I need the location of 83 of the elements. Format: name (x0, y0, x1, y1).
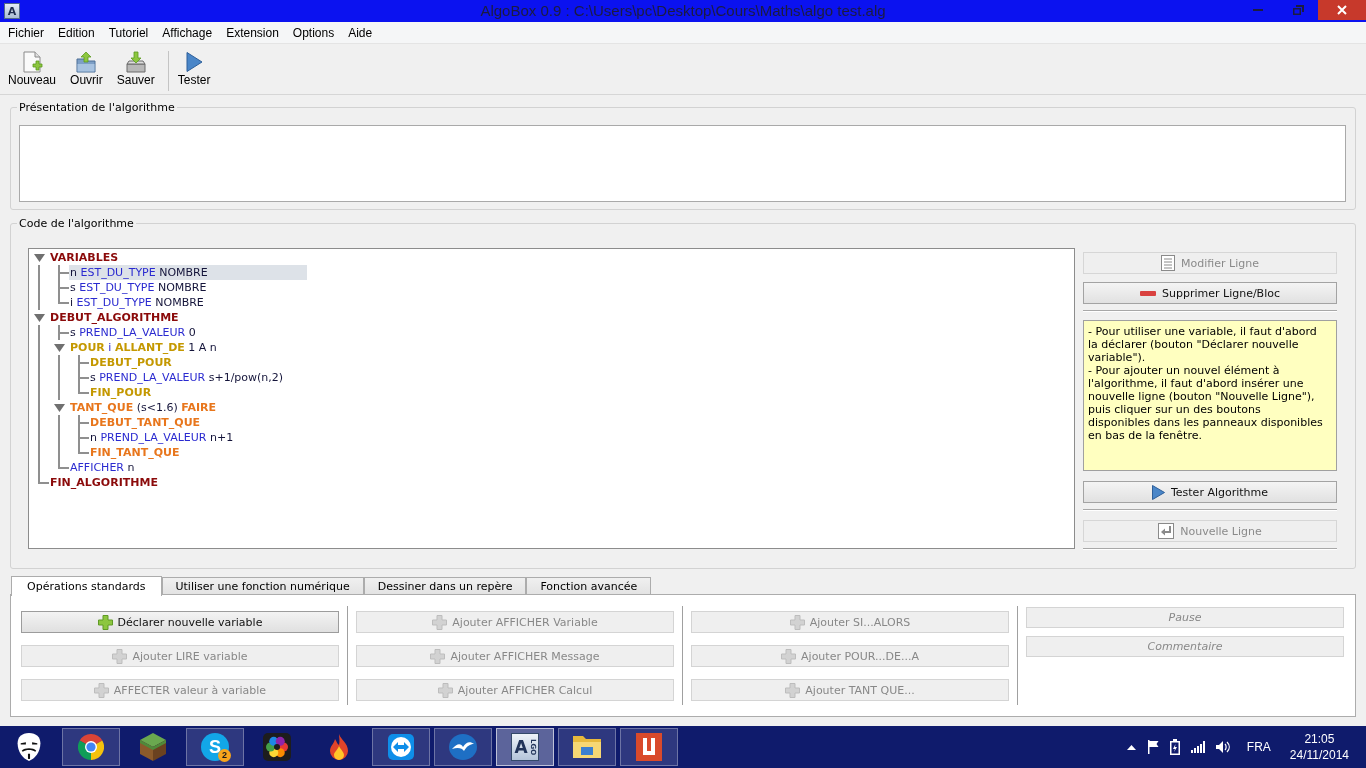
menu-item[interactable]: Options (285, 22, 342, 43)
segmented-circle-icon (78, 734, 104, 760)
grass-block-icon (140, 733, 166, 761)
tab[interactable]: Fonction avancée (526, 577, 652, 595)
taskbar-button[interactable] (62, 728, 120, 766)
expand-triangle-icon[interactable] (33, 313, 45, 322)
drive-arrow-icon (124, 51, 147, 73)
taskbar-button[interactable] (558, 728, 616, 766)
tab[interactable]: Utiliser une fonction numérique (161, 577, 364, 595)
plus-icon (93, 682, 109, 698)
expand-triangle-icon[interactable] (53, 343, 65, 352)
plus-icon (97, 614, 113, 630)
toolbar-button[interactable]: Nouveau (5, 49, 60, 89)
play-icon (1151, 484, 1165, 500)
action-button[interactable]: Déclarer nouvelle variable (21, 611, 339, 633)
delete-line-button[interactable]: Supprimer Ligne/Bloc (1083, 282, 1337, 304)
tree-item[interactable]: POUR i ALLANT_DE 1 A n (69, 340, 218, 355)
tree-item[interactable]: VARIABLES (49, 250, 120, 265)
list-icon (1161, 255, 1176, 271)
tree-item[interactable]: i EST_DU_TYPE NOMBRE (69, 295, 205, 310)
tree-item[interactable]: DEBUT_ALGORITHME (49, 310, 180, 325)
menu-item[interactable]: Affichage (155, 22, 220, 43)
menu-item[interactable]: Aide (341, 22, 380, 43)
app-icon: A (4, 3, 20, 19)
speaker-icon[interactable] (1215, 741, 1230, 753)
group-title: Présentation de l'algorithme (18, 101, 176, 114)
flame-icon (328, 734, 350, 760)
petal-ring-icon (263, 733, 291, 761)
expand-triangle-icon[interactable] (33, 253, 45, 262)
taskbar-button[interactable] (620, 728, 678, 766)
folder-arrow-icon (75, 51, 98, 73)
close-button[interactable] (1318, 0, 1366, 20)
toolbar-button[interactable]: Sauver (113, 49, 158, 89)
run-algorithm-button[interactable]: Tester Algorithme (1083, 481, 1337, 503)
clock-time[interactable]: 21:05 (1304, 731, 1335, 747)
group-title: Code de l'algorithme (18, 217, 135, 230)
bracket-tile-icon (636, 733, 662, 761)
tree-item[interactable]: s EST_DU_TYPE NOMBRE (69, 280, 208, 295)
tray-expand-icon[interactable] (1126, 744, 1136, 750)
plus-icon (437, 682, 453, 698)
toolbar-button[interactable]: Tester (174, 49, 214, 89)
window-title: AlgoBox 0.9 : C:\Users\pc\Desktop\Cours\Maths\algo test.alg (480, 1, 886, 21)
menu-item[interactable]: Tutoriel (101, 22, 156, 43)
taskbar-button[interactable] (434, 728, 492, 766)
minus-icon (1140, 290, 1156, 296)
tree-item[interactable]: FIN_ALGORITHME (49, 475, 159, 490)
mask-icon (17, 733, 41, 761)
flag-icon[interactable] (1146, 740, 1159, 754)
tab[interactable]: Opérations standards (11, 576, 162, 596)
restore-icon (1292, 5, 1304, 15)
plus-icon (112, 648, 128, 664)
tree-item[interactable]: TANT_QUE (s<1.6) FAIRE (69, 400, 218, 415)
help-text: - Pour utiliser une variable, il faut d'abord la déclarer (bouton "Déclarer nouvelle variable"). (1088, 325, 1318, 364)
return-icon (1158, 523, 1175, 539)
help-text: - Pour ajouter un nouvel élément à l'algorithme, il faut d'abord insérer une nouvelle ligne (bouton "Nouvelle Ligne"), puis cliquer sur un des boutons disponibles dans les panneaux disponibles en bas de la fenêtre. (1088, 364, 1324, 442)
tree-item[interactable]: n EST_DU_TYPE NOMBRE (69, 265, 307, 280)
tree-item[interactable]: s PREND_LA_VALEUR 0 (69, 325, 197, 340)
toolbar-button[interactable]: Ouvrir (67, 49, 106, 89)
minimize-icon (1253, 9, 1263, 11)
tree-item[interactable]: AFFICHER n (69, 460, 136, 475)
plus-icon (789, 614, 805, 630)
close-icon (1337, 5, 1347, 15)
tree-item[interactable]: n PREND_LA_VALEUR n+1 (89, 430, 235, 445)
language-indicator[interactable]: FRA (1246, 740, 1271, 754)
expand-triangle-icon[interactable] (53, 403, 65, 412)
new-page-icon (21, 51, 43, 73)
description-field[interactable] (19, 125, 1346, 202)
taskbar-button[interactable] (372, 728, 430, 766)
double-arrow-icon (388, 734, 414, 760)
tab[interactable]: Dessiner dans un repère (363, 577, 527, 595)
menu-item[interactable]: Extension (219, 22, 286, 43)
plus-icon (430, 648, 446, 664)
plus-icon (432, 614, 448, 630)
gull-icon (449, 734, 477, 760)
menu-item[interactable]: Edition (51, 22, 102, 43)
plus-icon (785, 682, 801, 698)
folder-icon (572, 734, 602, 760)
menu-item[interactable]: Fichier (1, 22, 51, 43)
signal-bars-icon[interactable] (1190, 741, 1205, 753)
tree-item[interactable]: s PREND_LA_VALEUR s+1/pow(n,2) (89, 370, 285, 385)
plus-icon (781, 648, 797, 664)
battery-icon[interactable] (1169, 739, 1180, 755)
clock-date[interactable]: 24/11/2014 (1289, 747, 1349, 763)
